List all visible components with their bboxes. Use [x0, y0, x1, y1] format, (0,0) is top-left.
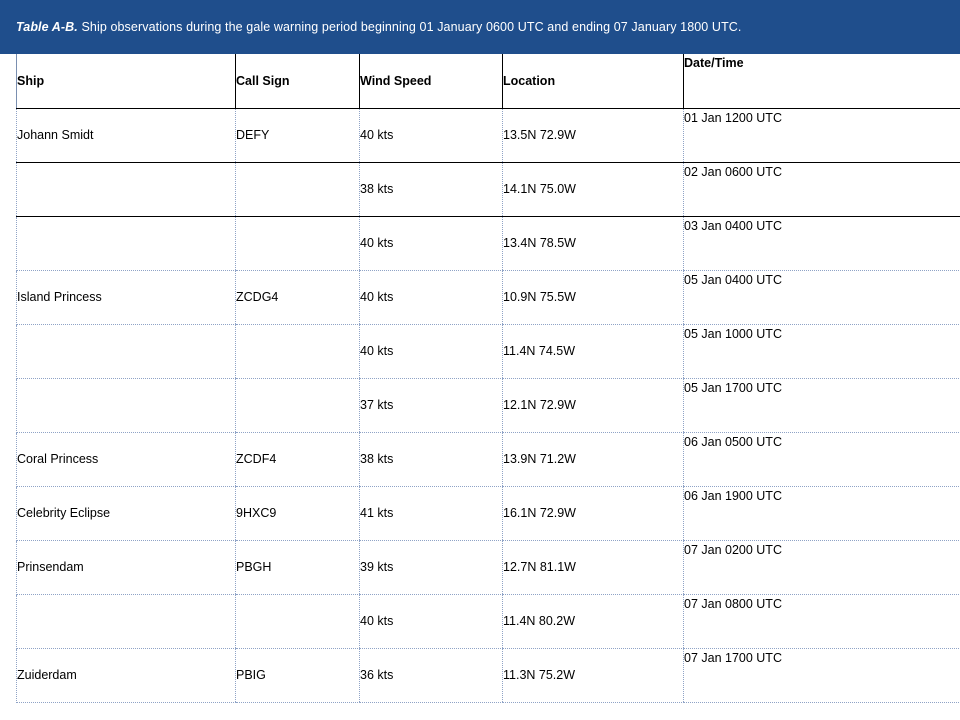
column-header-location: Location	[502, 54, 684, 109]
cell-ship	[16, 324, 236, 379]
table-header-row: Ship Call Sign Wind Speed Location Date/…	[16, 54, 960, 109]
table-row: 40 kts 11.4N 74.5W 05 Jan 1000 UTC	[16, 324, 960, 379]
cell-ship	[16, 378, 236, 433]
cell-ship: Celebrity Eclipse	[16, 486, 236, 541]
cell-wind-speed: 36 kts	[359, 648, 503, 703]
cell-wind-speed: 40 kts	[359, 270, 503, 325]
cell-location: 11.3N 75.2W	[502, 648, 684, 703]
table-row: Island Princess ZCDG4 40 kts 10.9N 75.5W…	[16, 270, 960, 325]
cell-ship: Zuiderdam	[16, 648, 236, 703]
table-row: 40 kts 13.4N 78.5W 03 Jan 0400 UTC	[16, 216, 960, 271]
cell-ship: Coral Princess	[16, 432, 236, 487]
column-header-ship: Ship	[16, 54, 236, 109]
table-row: Johann Smidt DEFY 40 kts 13.5N 72.9W 01 …	[16, 108, 960, 163]
cell-wind-speed: 37 kts	[359, 378, 503, 433]
cell-date-time: 05 Jan 0400 UTC	[683, 270, 960, 325]
cell-call-sign	[235, 216, 360, 271]
cell-date-time: 01 Jan 1200 UTC	[683, 108, 960, 163]
table-caption-text: Ship observations during the gale warnin…	[77, 20, 742, 34]
cell-location: 11.4N 80.2W	[502, 594, 684, 649]
cell-date-time: 06 Jan 0500 UTC	[683, 432, 960, 487]
table-row: Zuiderdam PBIG 36 kts 11.3N 75.2W 07 Jan…	[16, 648, 960, 703]
cell-wind-speed: 40 kts	[359, 216, 503, 271]
cell-location: 12.1N 72.9W	[502, 378, 684, 433]
cell-call-sign: ZCDF4	[235, 432, 360, 487]
cell-call-sign	[235, 324, 360, 379]
cell-wind-speed: 41 kts	[359, 486, 503, 541]
column-header-call-sign: Call Sign	[235, 54, 360, 109]
table-caption: Table A-B. Ship observations during the …	[0, 0, 960, 54]
cell-call-sign	[235, 594, 360, 649]
cell-location: 13.4N 78.5W	[502, 216, 684, 271]
column-header-date-time: Date/Time	[683, 54, 960, 109]
table-row: Coral Princess ZCDF4 38 kts 13.9N 71.2W …	[16, 432, 960, 487]
cell-date-time: 07 Jan 1700 UTC	[683, 648, 960, 703]
table-row: Prinsendam PBGH 39 kts 12.7N 81.1W 07 Ja…	[16, 540, 960, 595]
cell-ship: Prinsendam	[16, 540, 236, 595]
cell-date-time: 05 Jan 1700 UTC	[683, 378, 960, 433]
cell-location: 13.9N 71.2W	[502, 432, 684, 487]
cell-wind-speed: 38 kts	[359, 432, 503, 487]
cell-wind-speed: 40 kts	[359, 594, 503, 649]
cell-wind-speed: 40 kts	[359, 324, 503, 379]
cell-wind-speed: 40 kts	[359, 108, 503, 163]
cell-wind-speed: 39 kts	[359, 540, 503, 595]
cell-ship: Island Princess	[16, 270, 236, 325]
cell-location: 16.1N 72.9W	[502, 486, 684, 541]
cell-ship	[16, 594, 236, 649]
ship-observations-table: Ship Call Sign Wind Speed Location Date/…	[16, 54, 960, 703]
cell-date-time: 06 Jan 1900 UTC	[683, 486, 960, 541]
cell-ship: Johann Smidt	[16, 108, 236, 163]
cell-date-time: 03 Jan 0400 UTC	[683, 216, 960, 271]
cell-wind-speed: 38 kts	[359, 162, 503, 217]
cell-date-time: 05 Jan 1000 UTC	[683, 324, 960, 379]
cell-location: 11.4N 74.5W	[502, 324, 684, 379]
cell-date-time: 07 Jan 0800 UTC	[683, 594, 960, 649]
cell-location: 12.7N 81.1W	[502, 540, 684, 595]
cell-call-sign: 9HXC9	[235, 486, 360, 541]
table-row: Celebrity Eclipse 9HXC9 41 kts 16.1N 72.…	[16, 486, 960, 541]
cell-date-time: 02 Jan 0600 UTC	[683, 162, 960, 217]
cell-date-time: 07 Jan 0200 UTC	[683, 540, 960, 595]
table-caption-label: Table A-B.	[16, 20, 78, 34]
cell-call-sign: ZCDG4	[235, 270, 360, 325]
table-row: 40 kts 11.4N 80.2W 07 Jan 0800 UTC	[16, 594, 960, 649]
cell-ship	[16, 216, 236, 271]
cell-location: 10.9N 75.5W	[502, 270, 684, 325]
table-row: 38 kts 14.1N 75.0W 02 Jan 0600 UTC	[16, 162, 960, 217]
cell-location: 13.5N 72.9W	[502, 108, 684, 163]
cell-call-sign: PBIG	[235, 648, 360, 703]
table-row: 37 kts 12.1N 72.9W 05 Jan 1700 UTC	[16, 378, 960, 433]
cell-ship	[16, 162, 236, 217]
cell-call-sign	[235, 162, 360, 217]
cell-call-sign	[235, 378, 360, 433]
column-header-wind-speed: Wind Speed	[359, 54, 503, 109]
cell-location: 14.1N 75.0W	[502, 162, 684, 217]
cell-call-sign: PBGH	[235, 540, 360, 595]
cell-call-sign: DEFY	[235, 108, 360, 163]
